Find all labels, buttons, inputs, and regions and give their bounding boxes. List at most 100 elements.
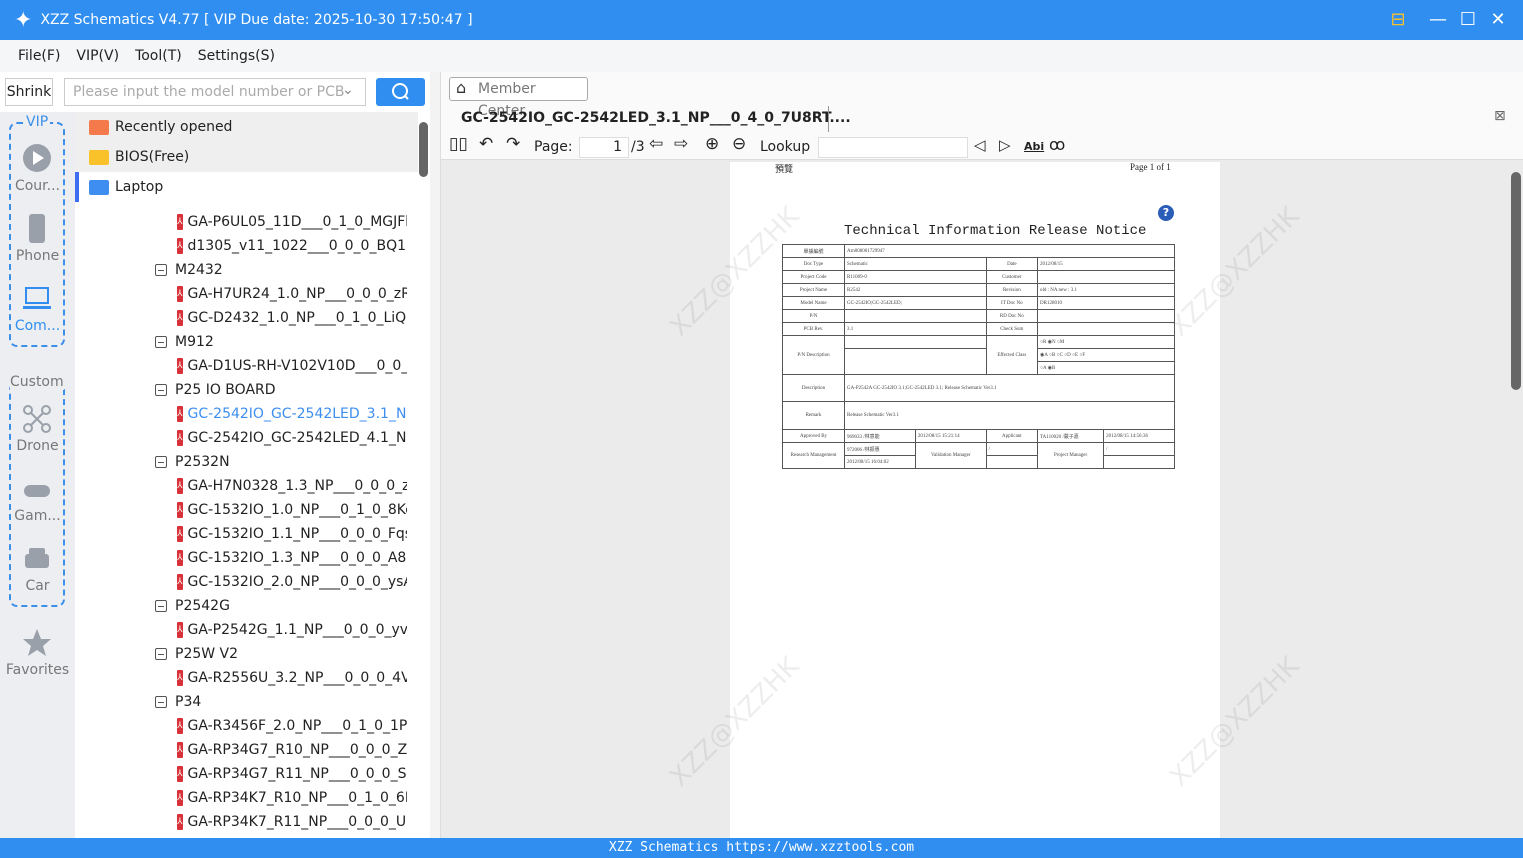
pdf-icon: ⅄ (177, 286, 183, 302)
phone-icon (29, 214, 45, 243)
tree-file[interactable]: ⅄ GA-P6UL05_11D___0_1_0_MGJFh (177, 210, 407, 234)
tree-file[interactable]: ⅄ GA-R3456F_2.0_NP___0_1_0_1PB (177, 714, 407, 738)
tree-group-label: P2542G (175, 598, 230, 614)
match-case-icon[interactable]: Abi (1024, 140, 1044, 153)
tree-file[interactable]: ⅄ GC-2542IO_GC-2542LED_4.1_NP (177, 426, 407, 450)
tree-file[interactable]: ⅄ GC-2542IO_GC-2542LED_3.1_NP (177, 402, 407, 426)
tree-file[interactable]: ⅄ GA-RP34K7_R10_NP___0_1_0_6B (177, 786, 407, 810)
cell: Project Code (782, 270, 845, 284)
cell: R2542 (844, 283, 987, 297)
cell (1037, 322, 1175, 336)
tree-file[interactable]: ⅄ GC-D2432_1.0_NP___0_1_0_LiQ7l (177, 306, 407, 330)
rail-item-games[interactable]: Gam... (0, 508, 75, 524)
rail-item-courses[interactable]: Cour... (0, 178, 75, 194)
menu-tool[interactable]: Tool(T) (135, 48, 182, 64)
cell: GC-2542IO;GC-2542LED; (844, 296, 987, 310)
find-next-icon[interactable]: ▷ (999, 136, 1011, 154)
rail-item-favorites[interactable]: Favorites (0, 662, 75, 678)
close-tab-icon[interactable]: ⊠ (1494, 108, 1506, 124)
tree-file[interactable]: ⅄ GC-1532IO_2.0_NP___0_0_0_ysA1 (177, 570, 407, 594)
menu-file[interactable]: File(F) (18, 48, 60, 64)
search-button[interactable] (376, 78, 425, 106)
minimize-button[interactable]: — (1426, 8, 1450, 32)
drone-icon (23, 405, 51, 433)
tree-recently-opened[interactable]: Recently opened (75, 112, 418, 142)
tree-group[interactable]: P34 (155, 690, 415, 714)
tree-file[interactable]: ⅄ GA-RP34G7_R11_NP___0_0_0_SN (177, 762, 407, 786)
close-button[interactable]: ✕ (1486, 8, 1510, 32)
cell: ○A ◉B (1037, 361, 1175, 375)
document-tab[interactable]: GC-2542IO_GC-2542LED_3.1_NP___0_4_0_7U8R… (461, 110, 851, 126)
pdf-icon: ⅄ (177, 430, 183, 446)
window-title: XZZ Schematics V4.77 [ VIP Due date: 202… (40, 12, 473, 28)
tree-file[interactable]: ⅄ GC-1532IO_1.3_NP___0_0_0_A8F( (177, 546, 407, 570)
tree-file[interactable]: ⅄ GA-RP34G7_R10_NP___0_0_0_ZN (177, 738, 407, 762)
chevron-down-icon[interactable]: ⌄ (342, 82, 354, 98)
tree-file[interactable]: ⅄ GA-R2556U_3.2_NP___0_0_0_4V9 (177, 666, 407, 690)
cell (985, 455, 1039, 469)
zoom-in-icon[interactable]: ⊕ (705, 134, 719, 154)
vip-bag-icon[interactable]: ⊟ (1386, 8, 1410, 32)
tree-group[interactable]: P25W V2 (155, 642, 415, 666)
tree-group[interactable]: P2542G (155, 594, 415, 618)
menu-vip[interactable]: VIP(V) (76, 48, 119, 64)
tree-file[interactable]: ⅄ GA-D1US-RH-V102V10D___0_0_ (177, 354, 407, 378)
tree-file[interactable]: ⅄ GA-H7UR24_1.0_NP___0_0_0_zRp (177, 282, 407, 306)
splitter[interactable] (430, 72, 441, 838)
collapse-icon[interactable] (155, 456, 167, 468)
next-page-icon[interactable]: ⇨ (674, 134, 688, 154)
maximize-button[interactable]: ☐ (1456, 8, 1480, 32)
tree-file[interactable]: ⅄ GA-P2542G_1.1_NP___0_0_0_yvp (177, 618, 407, 642)
tree-scrollbar[interactable] (419, 122, 428, 177)
lookup-input[interactable] (818, 137, 968, 158)
tree-file[interactable]: ⅄ GC-1532IO_1.1_NP___0_0_0_Fqsz (177, 522, 407, 546)
tree-file[interactable]: ⅄ d1305_v11_1022___0_0_0_BQ120 (177, 234, 407, 258)
tree-file[interactable]: ⅄ GC-1532IO_1.0_NP___0_1_0_8KoI (177, 498, 407, 522)
tree-file-label: GA-H7N0328_1.3_NP___0_0_0_z5 (187, 478, 408, 494)
pdf-icon: ⅄ (177, 622, 183, 638)
binoculars-icon[interactable]: ꝏ (1049, 135, 1065, 154)
collapse-icon[interactable] (155, 336, 167, 348)
tree-file-label: d1305_v11_1022___0_0_0_BQ120 (187, 238, 408, 254)
star-icon (23, 629, 51, 656)
cell: 972006 /林振惠 (844, 442, 916, 456)
tree-bios[interactable]: BIOS(Free) (75, 142, 418, 172)
custom-label: Custom (10, 374, 64, 390)
model-tree: Recently opened BIOS(Free) Laptop ⅄ GA-P6… (75, 112, 430, 838)
rotate-right-icon[interactable]: ↷ (506, 134, 520, 154)
shrink-button[interactable]: Shrink (5, 78, 53, 106)
pdf-icon: ⅄ (177, 742, 183, 758)
rail-item-computer[interactable]: Com... (0, 318, 75, 334)
viewer-scrollbar[interactable] (1511, 172, 1521, 390)
two-page-icon[interactable]: ▯▯ (449, 134, 468, 154)
tree-file-label: GC-2542IO_GC-2542LED_4.1_NP (187, 430, 408, 446)
tree-file[interactable]: ⅄ GA-H7N0328_1.3_NP___0_0_0_z5 (177, 474, 407, 498)
member-center-button[interactable]: ⌂ Member Center (449, 77, 588, 119)
cell: RD Doc No (985, 309, 1039, 323)
rail-item-car[interactable]: Car (0, 578, 75, 594)
collapse-icon[interactable] (155, 648, 167, 660)
menu-settings[interactable]: Settings(S) (198, 48, 275, 64)
collapse-icon[interactable] (155, 384, 167, 396)
page-input[interactable]: 1 (579, 137, 629, 158)
tree-laptop[interactable]: Laptop (75, 172, 418, 202)
rotate-left-icon[interactable]: ↶ (479, 134, 493, 154)
cell: IT Doc No (985, 296, 1039, 310)
rail-item-drone[interactable]: Drone (0, 438, 75, 454)
prev-page-icon[interactable]: ⇦ (649, 134, 663, 154)
cell: 2012/08/15 15:21:14 (914, 429, 987, 443)
collapse-icon[interactable] (155, 600, 167, 612)
app-logo-icon: ✦ (14, 7, 33, 33)
collapse-icon[interactable] (155, 264, 167, 276)
tree-group[interactable]: P2532N (155, 450, 415, 474)
tree-file[interactable]: ⅄ GA-RP34K7_R11_NP___0_0_0_UF (177, 810, 407, 834)
zoom-out-icon[interactable]: ⊖ (732, 134, 746, 154)
tree-label: Recently opened (115, 119, 233, 135)
collapse-icon[interactable] (155, 696, 167, 708)
search-input[interactable]: Please input the model number or PCB (64, 78, 366, 106)
find-prev-icon[interactable]: ◁ (974, 136, 986, 154)
tree-group[interactable]: M912 (155, 330, 415, 354)
tree-group[interactable]: P25 IO BOARD (155, 378, 415, 402)
tree-group[interactable]: M2432 (155, 258, 415, 282)
rail-item-phone[interactable]: Phone (0, 248, 75, 264)
